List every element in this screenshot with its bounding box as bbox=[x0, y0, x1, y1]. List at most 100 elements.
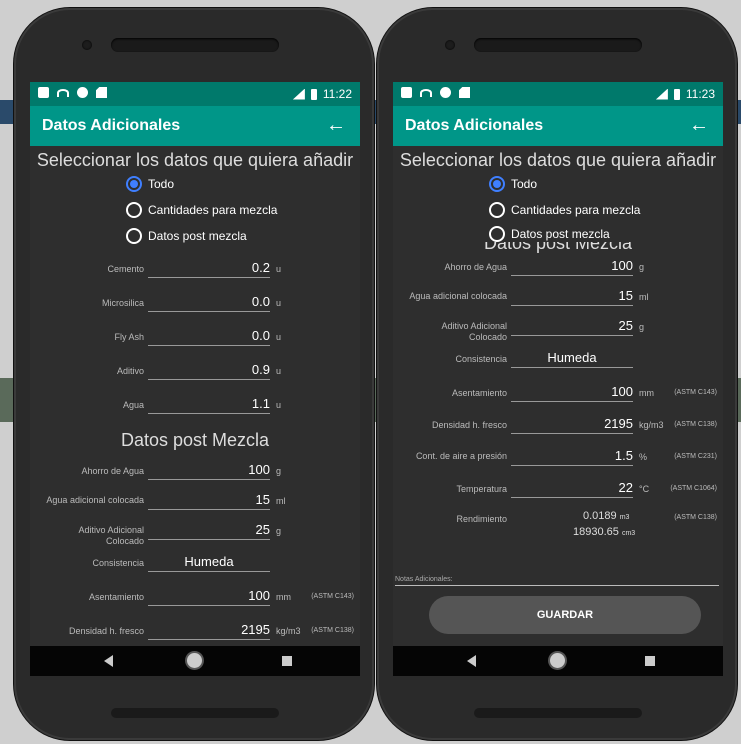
page-heading: Seleccionar los datos que quiera añadir bbox=[36, 150, 354, 170]
field-unit: u bbox=[276, 400, 282, 410]
field-unit: g bbox=[639, 322, 645, 332]
app-bar: Datos Adicionales ← bbox=[393, 106, 723, 146]
field-input[interactable]: 1.5 bbox=[511, 448, 633, 466]
front-camera bbox=[82, 40, 92, 50]
field-row-consistencia: Consistencia Humeda bbox=[30, 550, 360, 582]
field-input[interactable]: 15 bbox=[511, 288, 633, 306]
field-row-fly-ash: Fly Ash 0.0 u bbox=[30, 324, 360, 356]
radio-checked-icon bbox=[489, 176, 505, 192]
scrolled-heading-clip: Datos post Mezcla bbox=[393, 242, 723, 254]
navigation-bar bbox=[393, 646, 723, 676]
field-row-agua-adicional: Agua adicional colocada 15 ml bbox=[393, 286, 723, 318]
front-camera bbox=[445, 40, 455, 50]
astm-ref: (ASTM C1064) bbox=[670, 485, 717, 492]
field-row-aditivo: Aditivo 0.9 u bbox=[30, 358, 360, 390]
field-input[interactable]: Humeda bbox=[148, 554, 270, 572]
field-unit: g bbox=[276, 526, 282, 536]
phone-right: 11:23 Datos Adicionales ← Seleccionar lo… bbox=[377, 8, 737, 740]
astm-ref: (ASTM C143) bbox=[674, 389, 717, 396]
radio-cantidades[interactable]: Cantidades para mezcla bbox=[489, 202, 640, 218]
bottom-speaker bbox=[474, 708, 642, 718]
nav-recent-apps-icon[interactable] bbox=[645, 656, 655, 666]
field-label: Rendimiento bbox=[456, 514, 507, 524]
field-row-densidad: Densidad h. fresco 2195 kg/m3 (ASTM C138… bbox=[393, 412, 723, 444]
radio-todo[interactable]: Todo bbox=[126, 176, 174, 192]
field-row-asentamiento: Asentamiento 100 mm (ASTM C143) bbox=[393, 380, 723, 412]
nav-back-icon[interactable] bbox=[467, 655, 476, 667]
sync-icon bbox=[440, 87, 451, 98]
field-unit: % bbox=[639, 452, 648, 462]
radio-label: Cantidades para mezcla bbox=[148, 203, 278, 217]
field-row-aire: Cont. de aire a presión 1.5 % (ASTM C231… bbox=[393, 446, 723, 478]
radio-post-mezcla[interactable]: Datos post mezcla bbox=[126, 228, 247, 244]
notes-input[interactable]: Notas Adicionales: bbox=[395, 576, 719, 586]
field-input[interactable]: 25 bbox=[511, 318, 633, 336]
field-input[interactable]: 0.0 bbox=[148, 294, 270, 312]
field-input[interactable]: 1.1 bbox=[148, 396, 270, 414]
field-label: Asentamiento bbox=[88, 592, 144, 602]
field-input[interactable]: 100 bbox=[148, 462, 270, 480]
save-button[interactable]: GUARDAR bbox=[429, 596, 701, 634]
astm-ref: (ASTM C143) bbox=[311, 593, 354, 600]
field-label: Asentamiento bbox=[451, 388, 507, 398]
phone-left: 11:22 Datos Adicionales ← Seleccionar lo… bbox=[14, 8, 374, 740]
field-label: Densidad h. fresco bbox=[68, 626, 144, 636]
field-input[interactable]: Humeda bbox=[511, 350, 633, 368]
nav-recent-apps-icon[interactable] bbox=[282, 656, 292, 666]
field-row-agua-adicional: Agua adicional colocada 15 ml bbox=[30, 490, 360, 522]
field-input[interactable]: 0.0 bbox=[148, 328, 270, 346]
form-content: Seleccionar los datos que quiera añadir … bbox=[30, 146, 360, 646]
radio-todo[interactable]: Todo bbox=[489, 176, 537, 192]
field-unit: g bbox=[639, 262, 645, 272]
radio-post-mezcla[interactable]: Datos post mezcla bbox=[489, 226, 610, 242]
back-arrow-icon[interactable]: ← bbox=[326, 114, 346, 137]
section-heading-post-mezcla: Datos post Mezcla bbox=[120, 430, 270, 450]
nav-back-icon[interactable] bbox=[104, 655, 113, 667]
field-input[interactable]: 100 bbox=[511, 258, 633, 276]
radio-cantidades[interactable]: Cantidades para mezcla bbox=[126, 202, 277, 218]
wifi-icon bbox=[57, 88, 69, 97]
sd-card-icon bbox=[96, 87, 107, 98]
field-label: Consistencia bbox=[455, 354, 507, 364]
field-input[interactable]: 100 bbox=[148, 588, 270, 606]
field-label: Ahorro de Agua bbox=[444, 262, 507, 272]
field-unit: ml bbox=[276, 496, 286, 506]
back-arrow-icon[interactable]: ← bbox=[689, 114, 709, 137]
field-row-aditivo-adicional: Aditivo Adicional Colocado 25 g bbox=[30, 520, 360, 552]
field-label: Aditivo Adicional Colocado bbox=[441, 321, 507, 342]
field-row-agua: Agua 1.1 u bbox=[30, 392, 360, 424]
field-input[interactable]: 0.9 bbox=[148, 362, 270, 380]
field-input[interactable]: 25 bbox=[148, 522, 270, 540]
nav-home-icon[interactable] bbox=[187, 653, 202, 668]
field-input[interactable]: 15 bbox=[148, 492, 270, 510]
sd-card-icon bbox=[459, 87, 470, 98]
field-input[interactable]: 22 bbox=[511, 480, 633, 498]
field-label: Aditivo Adicional Colocado bbox=[78, 525, 144, 546]
rendimiento-cm3: 18930.65 cm3 bbox=[573, 526, 636, 538]
battery-icon bbox=[673, 88, 680, 100]
field-label: Microsilica bbox=[101, 298, 144, 308]
field-input[interactable]: 100 bbox=[511, 384, 633, 402]
page-heading: Seleccionar los datos que quiera añadir bbox=[399, 150, 717, 170]
app-title: Datos Adicionales bbox=[405, 117, 544, 134]
field-unit: u bbox=[276, 332, 282, 342]
field-label: Agua adicional colocada bbox=[46, 495, 144, 505]
field-unit: kg/m3 bbox=[639, 420, 664, 430]
field-input[interactable]: 2195 bbox=[511, 416, 633, 434]
battery-icon bbox=[310, 88, 317, 100]
field-input[interactable]: 0.2 bbox=[148, 260, 270, 278]
astm-ref: (ASTM C138) bbox=[311, 627, 354, 634]
earpiece-speaker bbox=[111, 38, 279, 52]
field-row-densidad: Densidad h. fresco 2195 kg/m3 (ASTM C138… bbox=[30, 618, 360, 646]
field-input[interactable]: 2195 bbox=[148, 622, 270, 640]
nav-home-icon[interactable] bbox=[550, 653, 565, 668]
field-row-aditivo-adicional: Aditivo Adicional Colocado 25 g bbox=[393, 316, 723, 348]
field-row-ahorro-agua: Ahorro de Agua 100 g bbox=[393, 254, 723, 286]
status-bar: 11:23 bbox=[393, 82, 723, 106]
radio-label: Datos post mezcla bbox=[511, 227, 610, 241]
field-row-rendimiento: Rendimiento 0.0189 m3 18930.65 cm3 (ASTM… bbox=[393, 508, 723, 552]
field-row-cemento: Cemento 0.2 u bbox=[30, 256, 360, 288]
status-bar: 11:22 bbox=[30, 82, 360, 106]
screen: 11:22 Datos Adicionales ← Seleccionar lo… bbox=[30, 82, 360, 676]
radio-label: Todo bbox=[148, 177, 175, 191]
